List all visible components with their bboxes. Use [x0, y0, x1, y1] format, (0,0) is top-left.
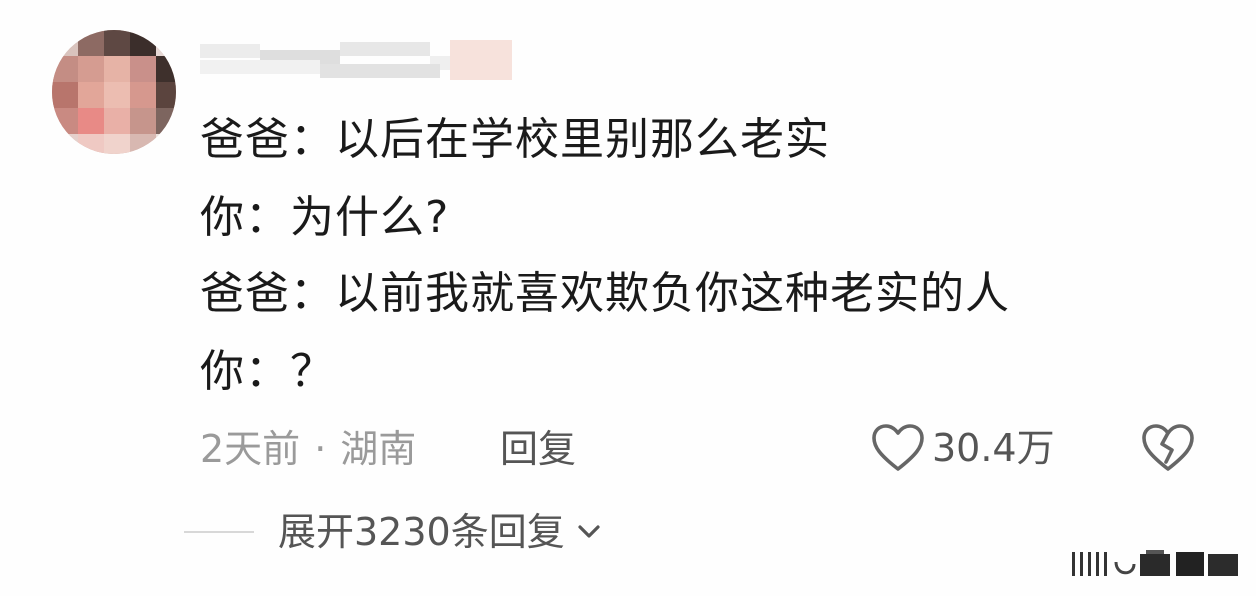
expand-replies-button[interactable]: 展开3230条回复 — [278, 507, 601, 557]
comment-meta: 2天前 · 湖南 — [200, 424, 416, 474]
line-text: 为什么? — [290, 192, 450, 243]
expand-replies-label: 展开3230条回复 — [278, 510, 565, 554]
avatar[interactable] — [52, 30, 176, 154]
line-text: 以前我就喜欢欺负你这种老实的人 — [335, 268, 1010, 319]
watermark-graphic — [1072, 550, 1238, 576]
speaker-label: 爸爸： — [200, 114, 335, 165]
comment-line: 爸爸：以后在学校里别那么老实 — [200, 112, 830, 168]
timestamp: 2天前 — [200, 427, 301, 471]
like-button[interactable]: 30.4万 — [870, 420, 1055, 476]
broken-heart-icon — [1142, 424, 1194, 471]
speaker-label: 你： — [200, 192, 290, 243]
meta-separator: · — [314, 427, 327, 471]
line-text: 以后在学校里别那么老实 — [335, 114, 830, 165]
divider — [184, 531, 254, 533]
line-text: ？ — [290, 346, 335, 397]
comment-card: 爸爸：以后在学校里别那么老实 你：为什么? 爸爸：以前我就喜欢欺负你这种老实的人… — [0, 0, 1256, 596]
heart-outline-icon — [872, 424, 924, 471]
reply-button[interactable]: 回复 — [500, 424, 576, 474]
location: 湖南 — [340, 427, 417, 471]
expand-replies-row: 展开3230条回复 — [184, 506, 601, 558]
speaker-label: 你： — [200, 346, 290, 397]
username-blurred[interactable] — [200, 40, 512, 82]
comment-line: 你：为什么? — [200, 190, 449, 246]
speaker-label: 爸爸： — [200, 268, 335, 319]
chevron-down-icon — [578, 525, 600, 538]
comment-line: 你：？ — [200, 344, 335, 400]
comment-line: 爸爸：以前我就喜欢欺负你这种老实的人 — [200, 266, 1010, 322]
dislike-button[interactable] — [1140, 422, 1196, 474]
like-count: 30.4万 — [932, 426, 1055, 470]
